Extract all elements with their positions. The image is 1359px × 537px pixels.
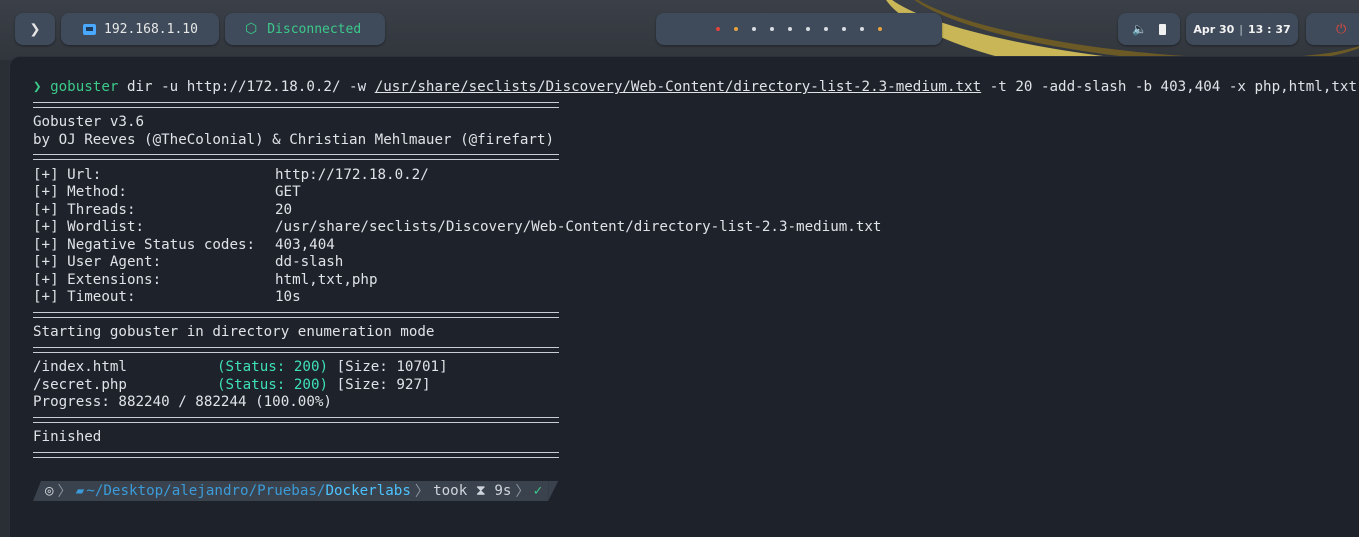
workspace-dot[interactable] bbox=[716, 27, 720, 31]
result-size: [Size: 927] bbox=[328, 376, 431, 393]
config-row: [+] Timeout: 10s bbox=[33, 289, 1357, 307]
workspace-dot[interactable] bbox=[788, 27, 792, 31]
vpn-widget[interactable]: ⬡ Disconnected bbox=[225, 13, 385, 45]
power-icon: ⏻ bbox=[1336, 21, 1347, 37]
os-icon: ◎ bbox=[45, 483, 54, 499]
took-label: took bbox=[433, 483, 468, 499]
ip-widget[interactable]: 192.168.1.10 bbox=[61, 13, 219, 45]
prompt-segment: ◎ 〉 ▰ ~/Desktop/alejandro/Pruebas/Docker… bbox=[33, 481, 549, 501]
config-value: 20 bbox=[275, 201, 293, 218]
vpn-status: Disconnected bbox=[267, 21, 362, 37]
config-row: [+] Threads: 20 bbox=[33, 202, 1357, 220]
workspace-dot[interactable] bbox=[806, 27, 810, 31]
config-key: [+] Timeout: bbox=[33, 289, 136, 305]
result-row: /index.html (Status: 200) [Size: 10701] bbox=[33, 359, 1357, 377]
workspace-dot[interactable] bbox=[878, 27, 882, 31]
shell-prompt: ◎ 〉 ▰ ~/Desktop/alejandro/Pruebas/Docker… bbox=[33, 481, 559, 501]
config-key: [+] Negative Status codes: bbox=[33, 236, 256, 253]
config-row: [+] Method: GET bbox=[33, 184, 1357, 202]
workspace-dot[interactable] bbox=[842, 27, 846, 31]
config-key: [+] Extensions: bbox=[33, 271, 162, 288]
config-key: [+] Threads: bbox=[33, 201, 136, 218]
prompt-arrow-icon: ❯ bbox=[33, 79, 42, 95]
workspace-dot[interactable] bbox=[734, 27, 738, 31]
config-key: [+] User Agent: bbox=[33, 254, 162, 270]
command-wordlist: /usr/share/seclists/Discovery/Web-Conten… bbox=[374, 79, 982, 95]
config-value: http://172.18.0.2/ bbox=[275, 166, 429, 183]
separator-line bbox=[33, 447, 1357, 465]
folder-icon: ▰ bbox=[75, 483, 85, 499]
separator-line bbox=[33, 97, 1357, 115]
config-row: [+] Url: http://172.18.0.2/ bbox=[33, 167, 1357, 185]
clock-widget[interactable]: Apr 30 | 13 : 37 bbox=[1186, 13, 1298, 45]
progress-line: Progress: 882240 / 882244 (100.00%) bbox=[33, 394, 332, 410]
launcher-button[interactable]: ❯ bbox=[15, 13, 55, 45]
result-status: (Status: 200) bbox=[217, 376, 329, 393]
command-line: ❯ gobuster dir -u http://172.18.0.2/ -w … bbox=[33, 79, 1357, 97]
config-value: /usr/share/seclists/Discovery/Web-Conten… bbox=[275, 219, 882, 235]
result-row: /secret.php (Status: 200) [Size: 927] bbox=[33, 377, 1357, 395]
config-value: dd-slash bbox=[275, 254, 344, 270]
config-key: [+] Method: bbox=[33, 184, 127, 200]
result-path: /index.html bbox=[33, 359, 127, 375]
chevron-icon: 〉 bbox=[515, 484, 530, 500]
chevron-icon: 〉 bbox=[57, 484, 72, 500]
volume-icon[interactable]: 🔈 bbox=[1132, 22, 1147, 36]
workspace-switcher[interactable] bbox=[656, 13, 942, 45]
config-key: [+] Wordlist: bbox=[33, 219, 145, 235]
command-binary: gobuster bbox=[50, 79, 119, 95]
config-row: [+] User Agent: dd-slash bbox=[33, 254, 1357, 272]
starting-message: Starting gobuster in directory enumerati… bbox=[33, 324, 435, 340]
result-status: (Status: 200) bbox=[217, 359, 329, 375]
workspace-dot[interactable] bbox=[824, 27, 828, 31]
time-text: 13 : 37 bbox=[1247, 22, 1291, 36]
clock-separator: | bbox=[1239, 22, 1243, 36]
success-check-icon: ✓ bbox=[533, 483, 543, 499]
separator-line bbox=[33, 412, 1357, 430]
hourglass-icon: ⧗ bbox=[475, 483, 486, 499]
finished-message: Finished bbox=[33, 429, 102, 445]
vpn-icon: ⬡ bbox=[245, 21, 258, 37]
logo-icon: ❯ bbox=[29, 18, 41, 40]
config-row: [+] Extensions: html,txt,php bbox=[33, 272, 1357, 290]
separator-line bbox=[33, 307, 1357, 325]
ip-address: 192.168.1.10 bbox=[104, 21, 198, 37]
config-value: html,txt,php bbox=[275, 271, 378, 288]
workspace-dot[interactable] bbox=[860, 27, 864, 31]
duration-text: 9s bbox=[494, 483, 512, 499]
result-size: [Size: 10701] bbox=[328, 359, 448, 375]
result-path: /secret.php bbox=[33, 376, 127, 393]
chevron-icon: 〉 bbox=[414, 484, 430, 500]
separator-line bbox=[33, 149, 1357, 167]
config-row: [+] Wordlist: /usr/share/seclists/Discove… bbox=[33, 219, 1357, 237]
separator-line bbox=[33, 342, 1357, 360]
command-args-2: -t 20 -add-slash -b 403,404 -x php,html,… bbox=[981, 79, 1357, 95]
banner-version: Gobuster v3.6 bbox=[33, 114, 145, 130]
battery-icon[interactable] bbox=[1158, 23, 1166, 35]
config-key: [+] Url: bbox=[33, 166, 102, 183]
directory-prefix: ~/Desktop/alejandro/Pruebas/ bbox=[86, 483, 326, 499]
terminal-output: ❯ gobuster dir -u http://172.18.0.2/ -w … bbox=[33, 79, 1357, 464]
directory-current: Dockerlabs bbox=[325, 483, 411, 499]
config-value: GET bbox=[275, 184, 301, 200]
config-block: [+] Url: http://172.18.0.2/ [+] Method: GET… bbox=[33, 167, 1357, 307]
date-text: Apr 30 bbox=[1193, 22, 1235, 36]
config-value: 403,404 bbox=[275, 236, 335, 253]
power-button[interactable]: ⏻ bbox=[1306, 13, 1359, 45]
command-args-1: dir -u http://172.18.0.2/ -w bbox=[118, 79, 375, 95]
workspace-dot[interactable] bbox=[752, 27, 756, 31]
network-icon bbox=[83, 23, 96, 35]
config-row: [+] Negative Status codes: 403,404 bbox=[33, 237, 1357, 255]
prompt-end-cap bbox=[548, 481, 559, 501]
results-block: /index.html (Status: 200) [Size: 10701] /s… bbox=[33, 359, 1357, 394]
workspace-dot[interactable] bbox=[770, 27, 774, 31]
system-tray[interactable]: 🔈 bbox=[1118, 13, 1180, 45]
current-directory: ~/Desktop/alejandro/Pruebas/Dockerlabs bbox=[86, 483, 411, 499]
config-value: 10s bbox=[275, 289, 301, 305]
banner-authors: by OJ Reeves (@TheColonial) & Christian … bbox=[33, 131, 555, 148]
